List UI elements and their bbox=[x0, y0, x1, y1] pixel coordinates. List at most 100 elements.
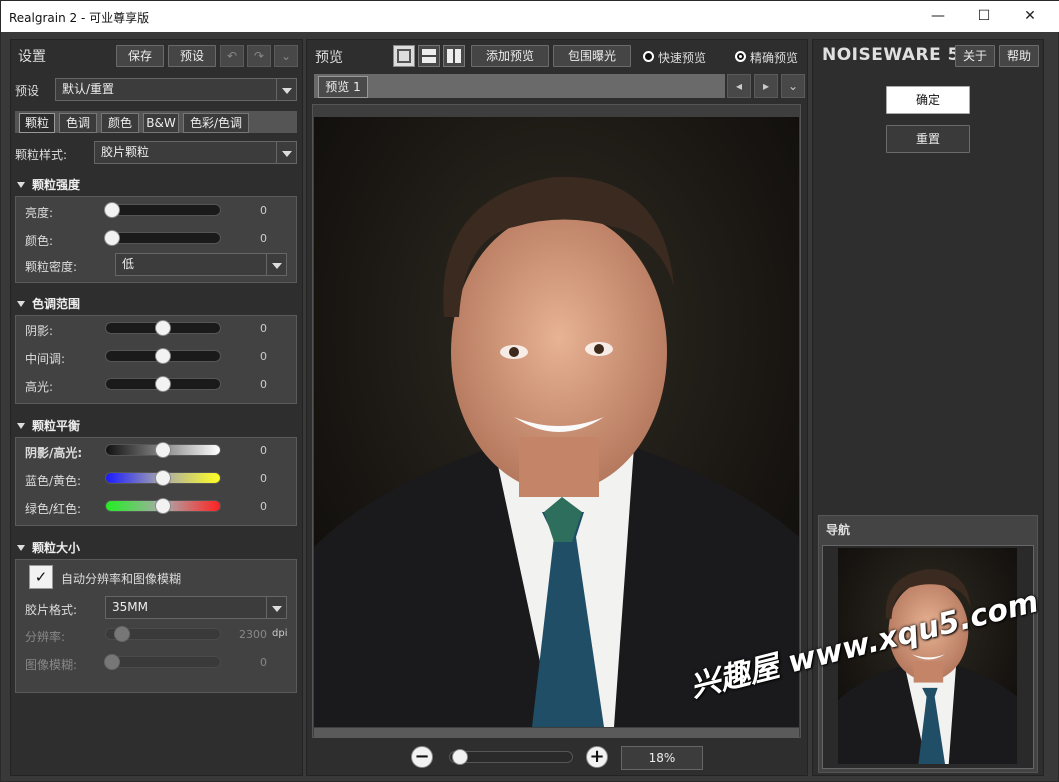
film-format-select[interactable]: 35MM bbox=[105, 596, 287, 619]
settings-header: 设置 bbox=[18, 49, 46, 65]
title-bar: Realgrain 2 - 可业尊享版 — ☐ ✕ bbox=[1, 1, 1059, 32]
midtone-value: 0 bbox=[260, 350, 267, 363]
slider-knob[interactable] bbox=[155, 498, 171, 514]
density-value: 低 bbox=[122, 257, 135, 271]
undo-icon[interactable]: ↶ bbox=[220, 45, 244, 67]
resolution-slider[interactable] bbox=[105, 626, 221, 642]
slider-knob[interactable] bbox=[155, 470, 171, 486]
zoom-in-icon[interactable]: + bbox=[586, 746, 608, 768]
tone-range-header[interactable]: 色调范围 bbox=[17, 295, 80, 312]
density-select[interactable]: 低 bbox=[115, 253, 287, 276]
redo-icon[interactable]: ↷ bbox=[247, 45, 271, 67]
radio-selected-icon[interactable] bbox=[735, 51, 746, 62]
tab-preview-1[interactable]: 预览 1 bbox=[318, 76, 368, 98]
chevron-down-icon bbox=[266, 254, 286, 275]
help-button[interactable]: 帮助 bbox=[999, 45, 1039, 67]
slider-knob[interactable] bbox=[104, 202, 120, 218]
brightness-label: 亮度: bbox=[25, 206, 54, 220]
brightness-value: 0 bbox=[260, 204, 267, 217]
preset-button[interactable]: 预设 bbox=[168, 45, 216, 67]
preset-select-value: 默认/重置 bbox=[62, 82, 115, 96]
blue-yellow-value: 0 bbox=[260, 472, 267, 485]
slider-knob[interactable] bbox=[114, 626, 130, 642]
slider-knob[interactable] bbox=[104, 230, 120, 246]
grain-strength-header[interactable]: 颗粒强度 bbox=[17, 176, 80, 193]
image-blur-value: 0 bbox=[260, 656, 267, 669]
shadow-highlight-slider[interactable] bbox=[105, 442, 221, 458]
chevron-down-icon[interactable]: ⌄ bbox=[274, 45, 298, 67]
density-label: 颗粒密度: bbox=[25, 260, 78, 274]
slider-knob[interactable] bbox=[155, 376, 171, 392]
highlight-value: 0 bbox=[260, 378, 267, 391]
horizontal-scrollbar[interactable] bbox=[314, 728, 799, 738]
bracket-exposure-button[interactable]: 包围曝光 bbox=[553, 45, 631, 67]
green-red-label: 绿色/红色: bbox=[25, 502, 82, 516]
tab-tone[interactable]: 色调 bbox=[59, 113, 97, 133]
about-button[interactable]: 关于 bbox=[955, 45, 995, 67]
split-horizontal-icon[interactable] bbox=[418, 45, 440, 67]
highlight-slider[interactable] bbox=[105, 376, 221, 392]
preset-select[interactable]: 默认/重置 bbox=[55, 78, 297, 101]
accurate-preview-label[interactable]: 精确预览 bbox=[750, 49, 798, 66]
save-button[interactable]: 保存 bbox=[116, 45, 164, 67]
chevron-down-icon bbox=[266, 597, 286, 618]
close-button[interactable]: ✕ bbox=[1007, 1, 1053, 32]
film-format-value: 35MM bbox=[112, 600, 148, 614]
checkbox-checked-icon[interactable]: ✓ bbox=[29, 565, 53, 589]
image-blur-slider[interactable] bbox=[104, 654, 221, 670]
shadow-highlight-label: 阴影/高光: bbox=[25, 446, 83, 460]
resolution-value: 2300 bbox=[239, 628, 267, 641]
arrow-right-icon[interactable]: ▸ bbox=[754, 74, 778, 98]
single-view-icon[interactable] bbox=[393, 45, 415, 67]
tab-bw[interactable]: B&W bbox=[143, 113, 179, 133]
window-title: Realgrain 2 - 可业尊享版 bbox=[9, 11, 150, 25]
tab-grain[interactable]: 颗粒 bbox=[19, 113, 55, 133]
arrow-left-icon[interactable]: ◂ bbox=[727, 74, 751, 98]
shadow-slider[interactable] bbox=[105, 320, 221, 336]
brightness-slider[interactable] bbox=[104, 202, 221, 218]
split-vertical-icon[interactable] bbox=[443, 45, 465, 67]
slider-knob[interactable] bbox=[155, 442, 171, 458]
portrait-image bbox=[314, 117, 799, 727]
zoom-value: 18% bbox=[648, 751, 676, 765]
resolution-unit: dpi bbox=[272, 628, 288, 639]
blue-yellow-slider[interactable] bbox=[105, 470, 221, 486]
preview-tab-strip bbox=[314, 74, 725, 98]
grain-tabs: 颗粒 色调 颜色 B&W 色彩/色调 bbox=[15, 111, 297, 133]
zoom-out-icon[interactable]: − bbox=[411, 746, 433, 768]
auto-resolution-label: 自动分辨率和图像模糊 bbox=[61, 572, 182, 586]
ok-button[interactable]: 确定 bbox=[886, 86, 970, 114]
grain-style-select[interactable]: 胶片颗粒 bbox=[94, 141, 297, 164]
image-blur-label: 图像模糊: bbox=[25, 658, 78, 672]
navigator-title: 导航 bbox=[826, 523, 851, 537]
green-red-slider[interactable] bbox=[105, 498, 221, 514]
slider-knob[interactable] bbox=[104, 654, 120, 670]
green-red-value: 0 bbox=[260, 500, 267, 513]
color-value: 0 bbox=[260, 232, 267, 245]
add-preview-button[interactable]: 添加预览 bbox=[471, 45, 549, 67]
midtone-label: 中间调: bbox=[25, 352, 66, 366]
chevron-down-icon bbox=[276, 79, 296, 100]
midtone-slider[interactable] bbox=[105, 348, 221, 364]
minimize-button[interactable]: — bbox=[915, 1, 961, 32]
preset-label: 预设 bbox=[15, 84, 40, 98]
reset-button[interactable]: 重置 bbox=[886, 125, 970, 153]
zoom-slider[interactable] bbox=[449, 749, 573, 765]
tab-color[interactable]: 颜色 bbox=[101, 113, 139, 133]
slider-knob[interactable] bbox=[155, 348, 171, 364]
fast-preview-label[interactable]: 快速预览 bbox=[658, 49, 706, 66]
tab-tint[interactable]: 色彩/色调 bbox=[183, 113, 249, 133]
color-slider[interactable] bbox=[104, 230, 221, 246]
maximize-button[interactable]: ☐ bbox=[961, 1, 1007, 32]
grain-balance-header[interactable]: 颗粒平衡 bbox=[17, 417, 80, 434]
brand-logo: NOISEWARE 5 bbox=[822, 45, 960, 65]
zoom-field[interactable]: 18% bbox=[621, 746, 703, 770]
radio-unselected-icon[interactable] bbox=[643, 51, 654, 62]
chevron-down-icon[interactable]: ⌄ bbox=[781, 74, 805, 98]
slider-knob[interactable] bbox=[155, 320, 171, 336]
slider-knob[interactable] bbox=[452, 749, 468, 765]
preview-image[interactable] bbox=[314, 117, 799, 727]
film-format-label: 胶片格式: bbox=[25, 603, 78, 617]
grain-size-header[interactable]: 颗粒大小 bbox=[17, 539, 80, 556]
app-window: Realgrain 2 - 可业尊享版 — ☐ ✕ 设置 保存 预设 ↶ ↷ ⌄… bbox=[0, 0, 1059, 782]
